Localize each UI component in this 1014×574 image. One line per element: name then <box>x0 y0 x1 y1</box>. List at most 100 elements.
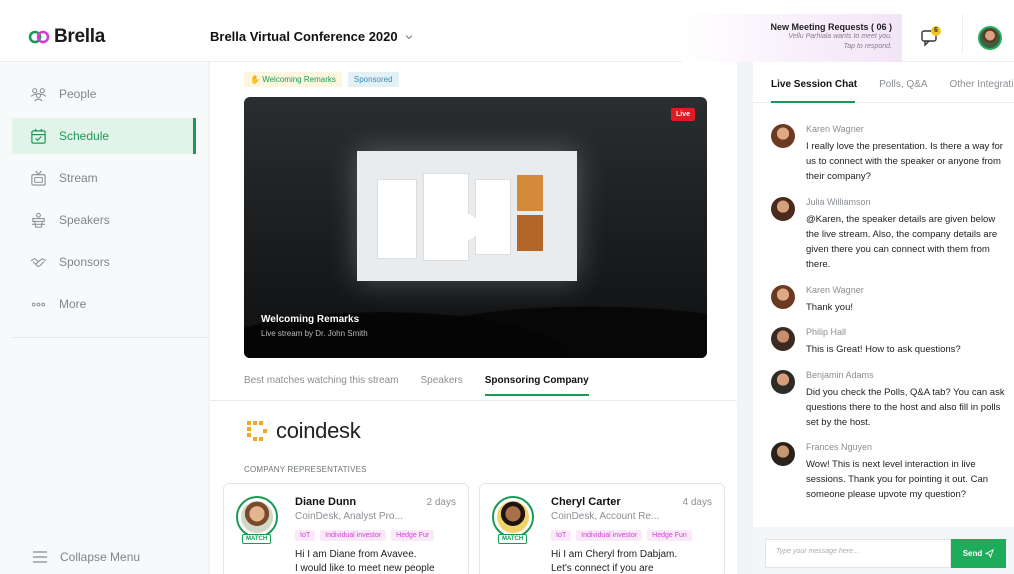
user-avatar[interactable] <box>978 26 1002 50</box>
event-name: Brella Virtual Conference 2020 <box>210 29 398 44</box>
avatar <box>771 442 795 466</box>
rep-company: CoinDesk, Analyst Pro... <box>295 511 403 522</box>
interest-tag: Individual investor <box>320 530 387 541</box>
rep-name: Cheryl Carter <box>551 496 621 508</box>
hamburger-icon <box>33 551 47 563</box>
tabs-divider <box>210 400 737 401</box>
collapse-menu-label: Collapse Menu <box>60 550 141 564</box>
sidebar-item-more[interactable]: More <box>12 286 196 322</box>
sidebar-item-label: Schedule <box>59 129 110 143</box>
sponsored-tag: Sponsored <box>347 72 399 87</box>
interest-tag: Hedge Fun <box>647 530 692 541</box>
content-tabs: Best matches watching this stream Speake… <box>244 375 589 396</box>
tag-label: Welcoming Remarks <box>262 75 336 84</box>
chat-message-input[interactable]: Type your message here... <box>765 539 951 568</box>
chat-author: Julia Williamson <box>806 197 871 207</box>
notification-line2: Tap to respond. <box>843 43 892 50</box>
rep-company: CoinDesk, Account Re... <box>551 511 660 522</box>
avatar <box>771 370 795 394</box>
match-badge: MATCH <box>242 534 272 544</box>
interest-tag: IoT <box>295 530 316 541</box>
chevron-down-icon <box>405 34 413 39</box>
session-tags: ✋ Welcoming Remarks Sponsored <box>244 72 399 87</box>
session-tag: ✋ Welcoming Remarks <box>244 72 342 87</box>
top-bar: Brella Brella Virtual Conference 2020 Ne… <box>0 0 1014 62</box>
chat-author: Karen Wagner <box>806 285 864 295</box>
slide-image <box>517 215 543 251</box>
sidebar-item-label: Sponsors <box>59 255 110 269</box>
interest-tag: IoT <box>551 530 572 541</box>
chat-text: @Karen, the speaker details are given be… <box>806 214 998 270</box>
event-selector[interactable]: Brella Virtual Conference 2020 <box>210 29 414 44</box>
chat-text: Thank you! <box>806 302 853 313</box>
representative-card[interactable]: MATCH Diane Dunn 2 days CoinDesk, Analys… <box>223 483 469 574</box>
coindesk-logo[interactable]: coindesk <box>246 418 361 444</box>
brella-logo[interactable]: Brella <box>28 26 105 48</box>
rep-tags: IoT Individual investor Hedge Fun <box>551 530 721 541</box>
sidebar-item-label: Speakers <box>59 213 110 227</box>
tab-polls-qa[interactable]: Polls, Q&A <box>879 79 927 90</box>
avatar <box>236 496 278 538</box>
sidebar-item-label: People <box>59 87 97 101</box>
send-icon <box>985 549 995 558</box>
tv-icon <box>31 170 46 186</box>
sidebar-item-sponsors[interactable]: Sponsors <box>12 244 196 280</box>
avatar <box>771 327 795 351</box>
video-player[interactable]: Live Welcoming Remarks Live stream by Dr… <box>244 97 707 358</box>
rep-message: Hi I am Diane from Avavee. I would like … <box>295 548 465 574</box>
hand-wave-icon: ✋ <box>250 75 260 84</box>
podium-icon <box>31 212 46 228</box>
chat-author: Philip Hall <box>806 327 847 337</box>
send-label: Send <box>962 549 983 558</box>
tab-other-integrations[interactable]: Other Integrati <box>950 79 1014 90</box>
representative-card[interactable]: MATCH Cheryl Carter 4 days CoinDesk, Acc… <box>479 483 725 574</box>
tab-best-matches[interactable]: Best matches watching this stream <box>244 375 399 396</box>
sidebar-item-speakers[interactable]: Speakers <box>12 202 196 238</box>
rep-message-line: I would like to meet new people <box>295 563 435 574</box>
chat-text: Did you check the Polls, Q&A tab? You ca… <box>806 387 1005 428</box>
avatar <box>771 197 795 221</box>
notification-line1: Vellu Parhiala wants to meet you. <box>788 33 892 40</box>
brand-name: Brella <box>54 26 106 47</box>
tab-speakers[interactable]: Speakers <box>421 375 463 396</box>
representatives-heading: COMPANY REPRESENTATIVES <box>244 465 367 474</box>
rep-name: Diane Dunn <box>295 496 357 508</box>
meeting-request-notification[interactable]: New Meeting Requests ( 06 ) Vellu Parhia… <box>682 14 902 62</box>
rep-time: 2 days <box>426 497 456 508</box>
collapse-menu-button[interactable]: Collapse Menu <box>32 550 140 564</box>
interest-tag: Hedge Fur <box>391 530 435 541</box>
chat-author: Frances Nguyen <box>806 442 873 452</box>
avatar <box>771 285 795 309</box>
active-tab-indicator <box>771 101 855 103</box>
rep-time: 4 days <box>682 497 712 508</box>
chat-tabs: Live Session Chat Polls, Q&A Other Integ… <box>771 79 1013 90</box>
sidebar-item-label: Stream <box>59 171 98 185</box>
sidebar: People Schedule Stream Speakers Sponsors… <box>0 62 208 574</box>
sidebar-item-schedule[interactable]: Schedule <box>12 118 196 154</box>
tab-live-session-chat[interactable]: Live Session Chat <box>771 79 857 90</box>
chat-panel: Live Session Chat Polls, Q&A Other Integ… <box>753 62 1014 574</box>
sidebar-item-stream[interactable]: Stream <box>12 160 196 196</box>
video-title: Welcoming Remarks <box>261 314 360 325</box>
coindesk-logo-icon <box>247 421 267 441</box>
match-badge: MATCH <box>498 534 528 544</box>
slide-card <box>377 179 417 259</box>
chat-text: I really love the presentation. Is there… <box>806 141 1003 182</box>
live-badge: Live <box>670 108 695 121</box>
people-icon <box>30 87 47 101</box>
sponsor-name: coindesk <box>276 418 361 443</box>
notification-title: New Meeting Requests ( 06 ) <box>770 22 892 32</box>
chat-author: Benjamin Adams <box>806 370 874 380</box>
video-subtitle: Live stream by Dr. John Smith <box>261 329 368 338</box>
more-icon <box>31 302 46 306</box>
rep-message-line: Let's connect if you are <box>551 563 654 574</box>
sidebar-divider <box>12 337 208 338</box>
send-button[interactable]: Send <box>951 539 1006 568</box>
calendar-icon <box>31 128 46 144</box>
brella-logo-icon <box>28 30 50 44</box>
tab-sponsoring-company[interactable]: Sponsoring Company <box>484 375 589 396</box>
chat-text: This is Great! How to ask questions? <box>806 344 961 355</box>
chat-text: Wow! This is next level interaction in l… <box>806 459 989 500</box>
sidebar-item-people[interactable]: People <box>12 76 196 112</box>
play-icon[interactable] <box>459 209 495 245</box>
